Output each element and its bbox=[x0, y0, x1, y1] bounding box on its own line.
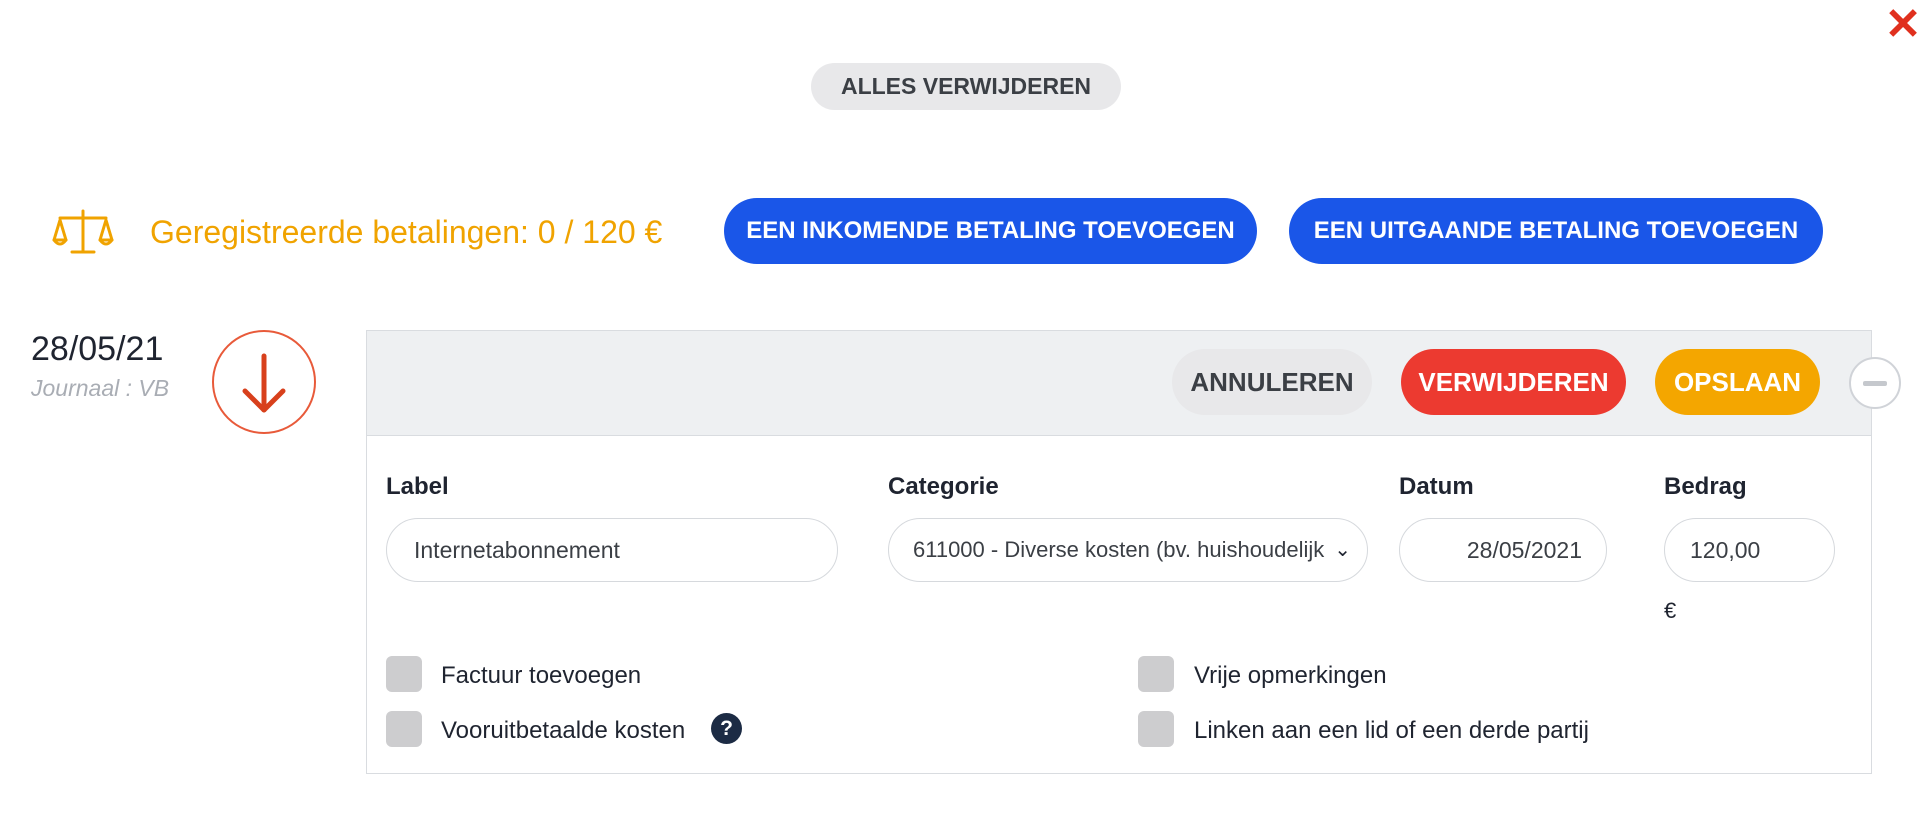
prepaid-checkbox[interactable] bbox=[386, 711, 422, 747]
prepaid-checkbox-label: Vooruitbetaalde kosten bbox=[441, 717, 686, 744]
arrow-down-icon bbox=[242, 353, 286, 413]
delete-all-button[interactable]: ALLES VERWIJDEREN bbox=[811, 63, 1121, 110]
close-icon[interactable]: ✕ bbox=[1882, 3, 1924, 47]
notes-checkbox[interactable] bbox=[1138, 656, 1174, 692]
category-select[interactable]: 611000 - Diverse kosten (bv. huishoudeli… bbox=[888, 518, 1368, 582]
journal-label: Journaal : VB bbox=[31, 375, 170, 401]
registered-payments-text: Geregistreerde betalingen: 0 / 120 € bbox=[150, 214, 663, 250]
balance-scale-icon bbox=[52, 209, 114, 254]
date-field-title: Datum bbox=[1399, 473, 1474, 500]
minus-circle-icon[interactable] bbox=[1849, 357, 1901, 409]
save-button[interactable]: OPSLAAN bbox=[1655, 349, 1820, 415]
date-input[interactable]: 28/05/2021 bbox=[1399, 518, 1607, 582]
category-field-title: Categorie bbox=[888, 473, 999, 500]
payment-date: 28/05/21 bbox=[31, 330, 164, 368]
outgoing-direction-badge bbox=[212, 330, 316, 434]
add-outgoing-payment-button[interactable]: EEN UITGAANDE BETALING TOEVOEGEN bbox=[1289, 198, 1823, 264]
link-member-checkbox-label: Linken aan een lid of een derde partij bbox=[1194, 717, 1589, 744]
link-member-checkbox[interactable] bbox=[1138, 711, 1174, 747]
payment-card-header bbox=[367, 331, 1871, 436]
amount-field-title: Bedrag bbox=[1664, 473, 1747, 500]
cancel-button[interactable]: ANNULEREN bbox=[1172, 349, 1372, 415]
amount-input[interactable]: 120,00 bbox=[1664, 518, 1835, 582]
chevron-down-icon: ⌄ bbox=[1334, 539, 1351, 561]
category-select-value: 611000 - Diverse kosten (bv. huishoudeli… bbox=[913, 537, 1325, 562]
currency-symbol: € bbox=[1664, 598, 1677, 623]
delete-button[interactable]: VERWIJDEREN bbox=[1401, 349, 1626, 415]
add-incoming-payment-button[interactable]: EEN INKOMENDE BETALING TOEVOEGEN bbox=[724, 198, 1257, 264]
notes-checkbox-label: Vrije opmerkingen bbox=[1194, 662, 1387, 689]
invoice-checkbox-label: Factuur toevoegen bbox=[441, 662, 642, 689]
label-input[interactable]: Internetabonnement bbox=[386, 518, 838, 582]
question-circle-icon[interactable]: ? bbox=[711, 713, 742, 744]
label-field-title: Label bbox=[386, 473, 449, 500]
invoice-checkbox[interactable] bbox=[386, 656, 422, 692]
